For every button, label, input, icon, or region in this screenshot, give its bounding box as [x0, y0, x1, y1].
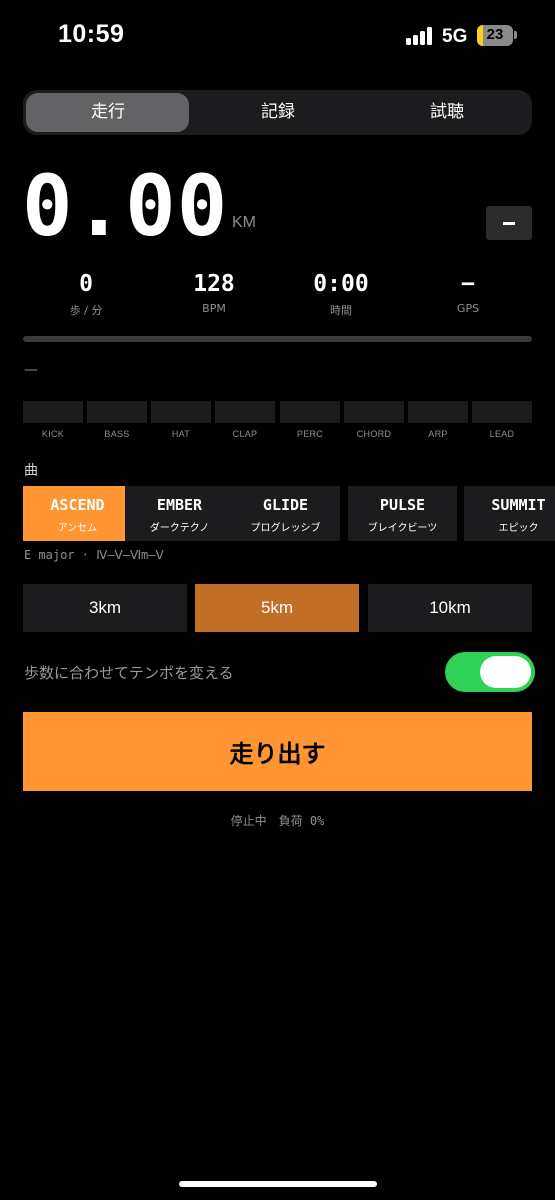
- song-ascend[interactable]: ASCEND アンセム: [23, 486, 132, 541]
- track-label: LEAD: [489, 429, 515, 439]
- song-subtitle: アンセム: [57, 523, 98, 534]
- goal-5km[interactable]: 5km: [195, 584, 359, 632]
- stat-cadence-value: 0: [79, 271, 93, 297]
- status-time: 10:59: [58, 20, 125, 48]
- song-section-label: 曲: [24, 463, 38, 479]
- section-dash: —: [24, 362, 38, 378]
- track-meter: [151, 401, 211, 423]
- signal-icon: [406, 27, 434, 45]
- track-hat: HAT: [151, 401, 211, 439]
- track-label: PERC: [296, 429, 324, 439]
- key-info: E major · Ⅳ–Ⅴ–Ⅵm–Ⅴ: [24, 548, 164, 562]
- track-label: KICK: [41, 429, 65, 439]
- stat-gps-value: −: [461, 271, 475, 297]
- tempo-toggle-label: 歩数に合わせてテンポを変える: [24, 664, 234, 682]
- goal-3km[interactable]: 3km: [23, 584, 187, 632]
- track-label: HAT: [171, 429, 191, 439]
- song-title: PULSE: [379, 496, 426, 514]
- track-label: CLAP: [232, 429, 258, 439]
- stat-bpm: 128 BPM: [154, 270, 274, 315]
- battery-icon: 23: [477, 25, 513, 46]
- start-button[interactable]: 走り出す: [23, 712, 532, 791]
- battery-tip: [514, 31, 517, 39]
- track-meter: [408, 401, 468, 423]
- minus-icon: [503, 221, 515, 225]
- status-line: 停止中 負荷 0%: [230, 814, 325, 828]
- track-bass: BASS: [87, 401, 147, 439]
- stat-cadence: 0 歩 / 分: [26, 270, 146, 318]
- tempo-toggle[interactable]: [445, 652, 535, 692]
- stat-bpm-label: BPM: [202, 302, 226, 315]
- song-ember[interactable]: EMBER ダークテクノ: [125, 486, 234, 541]
- distance-value: 0.00: [22, 157, 229, 255]
- track-label: CHORD: [356, 429, 392, 439]
- song-glide[interactable]: GLIDE プログレッシブ: [231, 486, 340, 541]
- tab-history[interactable]: 記録: [193, 90, 363, 135]
- song-subtitle: ブレイクビーツ: [367, 523, 438, 534]
- track-label: BASS: [104, 429, 130, 439]
- stat-gps-label: GPS: [456, 302, 480, 315]
- track-meter: [344, 401, 404, 423]
- track-label: ARP: [428, 429, 448, 439]
- song-subtitle: プログレッシブ: [250, 523, 321, 534]
- stat-time-label: 時間: [330, 304, 352, 317]
- song-title: SUMMIT: [491, 496, 546, 514]
- stat-time-value: 0:00: [313, 271, 369, 297]
- song-title: EMBER: [156, 496, 203, 514]
- battery-level: 23: [486, 26, 504, 43]
- song-subtitle: エピック: [498, 523, 539, 534]
- distance-unit: KM: [232, 214, 256, 231]
- track-meter: [23, 401, 83, 423]
- toggle-knob: [480, 656, 531, 688]
- track-meter: [280, 401, 340, 423]
- track-kick: KICK: [23, 401, 83, 439]
- song-selector: ASCEND アンセム EMBER ダークテクノ GLIDE プログレッシブ P…: [23, 486, 555, 541]
- track-perc: PERC: [280, 401, 340, 439]
- track-clap: CLAP: [215, 401, 275, 439]
- stat-bpm-value: 128: [193, 271, 235, 297]
- song-pulse[interactable]: PULSE ブレイクビーツ: [348, 486, 457, 541]
- song-title: GLIDE: [262, 496, 309, 514]
- stat-cadence-label: 歩 / 分: [69, 304, 103, 317]
- song-subtitle: ダークテクノ: [149, 523, 210, 534]
- track-chord: CHORD: [344, 401, 404, 439]
- mode-tabs: 走行 記録 試聴: [23, 90, 532, 135]
- network-label: 5G: [442, 26, 468, 47]
- goal-10km[interactable]: 10km: [368, 584, 532, 632]
- progress-bar: [23, 336, 532, 342]
- track-arp: ARP: [408, 401, 468, 439]
- song-summit[interactable]: SUMMIT エピック: [464, 486, 555, 541]
- song-title: ASCEND: [50, 496, 105, 514]
- stat-gps: − GPS: [408, 270, 528, 315]
- track-meter: [87, 401, 147, 423]
- tab-run[interactable]: 走行: [23, 90, 193, 135]
- track-meter: [472, 401, 532, 423]
- track-lead: LEAD: [472, 401, 532, 439]
- stat-time: 0:00 時間: [281, 270, 401, 318]
- track-meter: [215, 401, 275, 423]
- tab-preview[interactable]: 試聴: [362, 90, 532, 135]
- minus-button[interactable]: [486, 206, 532, 240]
- home-indicator[interactable]: [179, 1181, 377, 1187]
